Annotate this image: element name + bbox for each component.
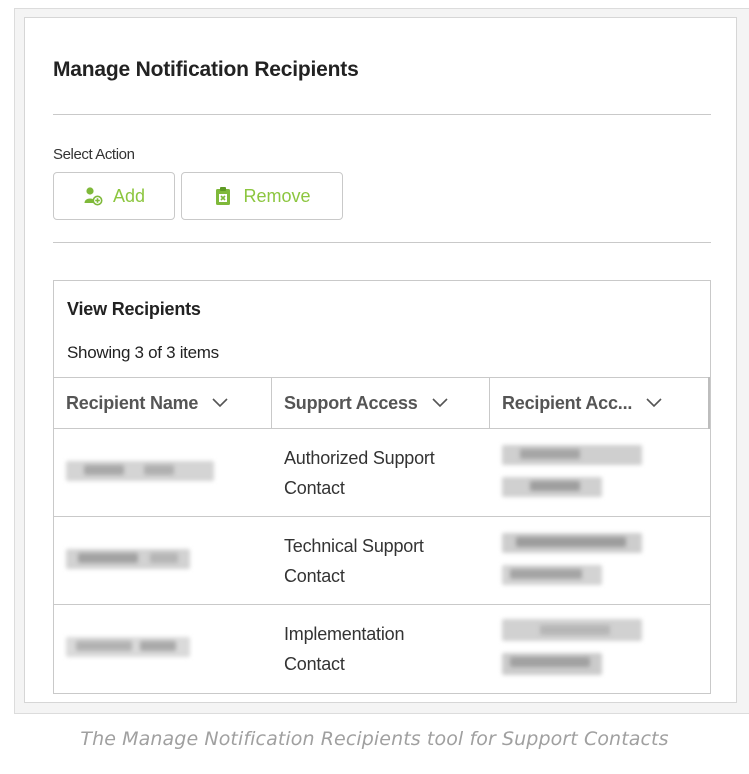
grid-title: View Recipients <box>67 299 201 319</box>
support-access-line: Contact <box>284 566 345 586</box>
redacted-text <box>144 465 174 475</box>
chevron-down-icon <box>646 398 662 408</box>
support-access-cell: Authorized Support Contact <box>272 429 490 516</box>
add-user-icon <box>84 187 103 206</box>
column-header-label: Recipient Acc... <box>502 392 633 413</box>
divider <box>53 114 711 115</box>
column-header-recipient-account[interactable]: Recipient Acc... <box>490 378 710 428</box>
redacted-text <box>520 449 580 459</box>
recipient-account-cell <box>490 429 710 516</box>
redacted-text <box>84 465 124 475</box>
screenshot-frame: Manage Notification Recipients Select Ac… <box>14 8 749 714</box>
table-row[interactable]: Authorized Support Contact <box>54 429 710 517</box>
redacted-text <box>540 625 610 635</box>
support-access-line: Implementation <box>284 624 405 644</box>
recipient-name-cell <box>54 429 272 516</box>
support-access-line: Authorized Support <box>284 448 435 468</box>
add-button-label: Add <box>112 185 146 206</box>
divider <box>53 242 711 243</box>
recipient-name-cell <box>54 605 272 693</box>
table-row[interactable]: Implementation Contact <box>54 605 710 693</box>
header-scrollbar-edge <box>708 377 710 429</box>
grid-item-count: Showing 3 of 3 items <box>67 343 219 362</box>
support-access-line: Contact <box>284 654 345 674</box>
recipient-name-cell <box>54 517 272 604</box>
support-access-cell: Implementation Contact <box>272 605 490 693</box>
clipboard-remove-icon <box>216 187 231 205</box>
redacted-text <box>530 481 580 491</box>
redacted-text <box>510 569 582 579</box>
redacted-text <box>510 657 590 667</box>
remove-button-label: Remove <box>243 185 311 206</box>
page-title: Manage Notification Recipients <box>53 58 359 81</box>
column-header-recipient-name[interactable]: Recipient Name <box>54 378 272 428</box>
recipients-grid: View Recipients Showing 3 of 3 items Rec… <box>53 280 711 694</box>
support-access-line: Contact <box>284 478 345 498</box>
remove-button[interactable]: Remove <box>181 172 343 220</box>
recipient-account-cell <box>490 605 710 693</box>
chevron-down-icon <box>212 398 228 408</box>
select-action-label: Select Action <box>53 146 135 163</box>
redacted-text <box>78 553 138 563</box>
column-header-label: Support Access <box>284 392 418 413</box>
chevron-down-icon <box>432 398 448 408</box>
support-access-line: Technical Support <box>284 536 424 556</box>
recipient-account-cell <box>490 517 710 604</box>
redacted-text <box>140 641 176 651</box>
figure-caption: The Manage Notification Recipients tool … <box>80 728 669 750</box>
redacted-text <box>76 641 132 651</box>
add-button[interactable]: Add <box>53 172 175 220</box>
column-header-label: Recipient Name <box>66 392 199 413</box>
manage-recipients-panel: Manage Notification Recipients Select Ac… <box>24 17 737 703</box>
grid-header: Recipient Name Support Access Recipient … <box>54 377 710 429</box>
redacted-text <box>516 537 626 547</box>
support-access-cell: Technical Support Contact <box>272 517 490 604</box>
column-header-support-access[interactable]: Support Access <box>272 378 490 428</box>
table-row[interactable]: Technical Support Contact <box>54 517 710 605</box>
redacted-text <box>150 553 178 563</box>
